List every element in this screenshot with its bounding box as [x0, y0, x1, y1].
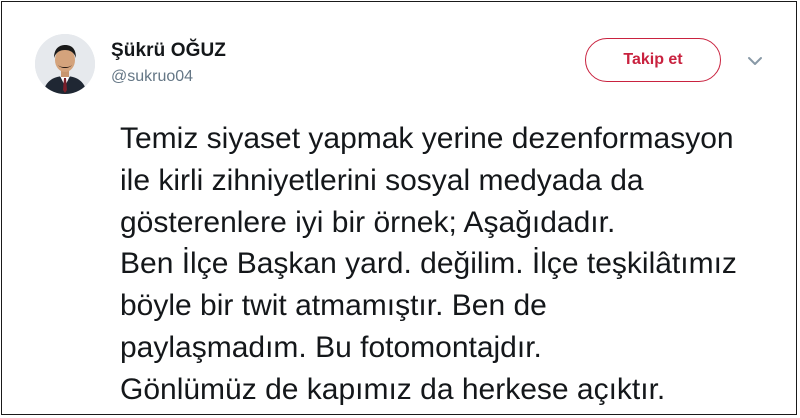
- author-name[interactable]: Şükrü OĞUZ: [111, 40, 226, 62]
- tweet-line: Gönlümüz de kapımız da herkese açıktır.: [120, 372, 666, 406]
- profile-photo-icon: [35, 34, 95, 94]
- tweet-card: Şükrü OĞUZ @sukruo04 Takip et Temiz siya…: [1, 1, 797, 415]
- tweet-text: Temiz siyaset yapmak yerine dezenformasy…: [120, 118, 790, 411]
- tweet-line: böyle bir twit atmamıştır. Ben de: [120, 289, 547, 323]
- tweet-line: ile kirli zihniyetlerini sosyal medyada …: [120, 163, 644, 197]
- tweet-line: Ben İlçe Başkan yard. değilim. İlçe teşk…: [120, 247, 737, 281]
- chevron-down-icon[interactable]: [746, 54, 764, 68]
- tweet-line: gösterenlere iyi bir örnek; Aşağıdadır.: [120, 205, 616, 239]
- follow-button[interactable]: Takip et: [585, 38, 721, 82]
- tweet-line: Temiz siyaset yapmak yerine dezenformasy…: [120, 122, 734, 155]
- avatar[interactable]: [35, 34, 95, 94]
- tweet-line: paylaşmadım. Bu fotomontajdır.: [120, 330, 542, 364]
- author-handle[interactable]: @sukruo04: [111, 68, 193, 86]
